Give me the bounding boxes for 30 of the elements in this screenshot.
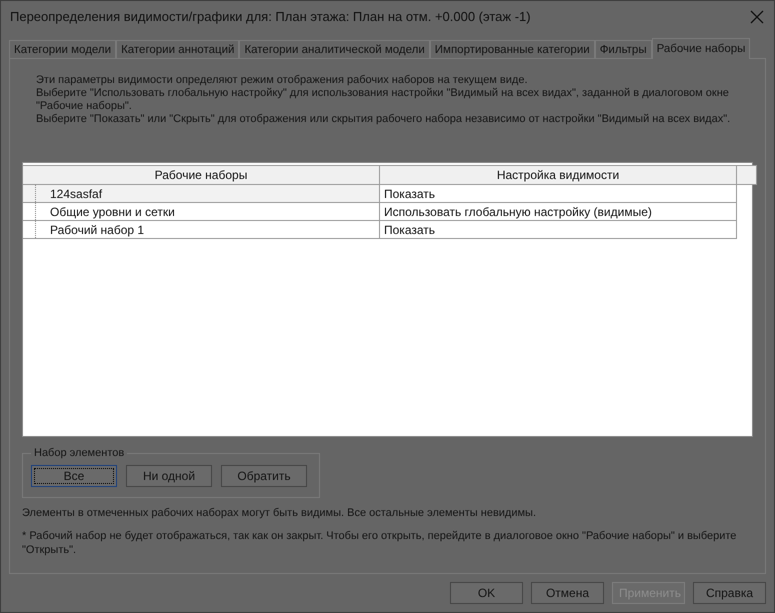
window-title: Переопределения видимости/графики для: План этажа: План на отм. +0.000 (этаж -1) — [10, 9, 531, 24]
set-button[interactable]: Ни одной — [126, 465, 212, 487]
intro-text: Эти параметры видимости определяют режим отображения рабочих наборов на текущем виде. — [36, 74, 529, 87]
tab[interactable]: Категории аналитической модели — [239, 40, 430, 58]
column-header[interactable]: Настройка видимости — [380, 165, 737, 185]
dialog-button[interactable]: Справка — [693, 582, 766, 604]
tab[interactable]: Фильтры — [594, 40, 652, 58]
intro-text: Выберите "Показать" или "Скрыть" для отображения или скрытия рабочего набора независимо от настройки "Видимый на всех видах". — [36, 113, 732, 126]
tab[interactable]: Категории аннотаций — [116, 40, 240, 58]
column-header[interactable]: Рабочие наборы — [23, 165, 380, 185]
header-filler — [737, 165, 757, 185]
tab[interactable]: Рабочие наборы — [652, 38, 750, 59]
intro-text: Выберите "Использовать глобальную настройку" для использования настройки "Видимый на всех видах", заданной в диалоговом окне "Рабочие наборы". — [36, 87, 730, 113]
workset-name-cell[interactable]: 124sasfaf — [23, 185, 380, 203]
workset-name-cell[interactable]: Общие уровни и сетки — [23, 203, 380, 221]
info-note: Элементы в отмеченных рабочих наборах могут быть видимы. Все остальные элементы невидимы. — [22, 506, 538, 520]
set-button[interactable]: Обратить — [221, 465, 307, 487]
info-note: * Рабочий набор не будет отображаться, так как он закрыт. Чтобы его открыть, перейдите в диалоговое окно "Рабочие наборы" и выберите "Открыть". — [22, 529, 738, 557]
set-button[interactable]: Все — [31, 465, 117, 487]
dialog-button[interactable]: Отмена — [531, 582, 604, 604]
tab[interactable]: Импортированные категории — [430, 40, 595, 58]
workset-name-cell[interactable]: Рабочий набор 1 — [23, 221, 380, 239]
visibility-cell[interactable]: Использовать глобальную настройку (видимые) — [380, 203, 737, 221]
visibility-cell[interactable]: Показать — [380, 221, 737, 239]
dialog-button[interactable]: OK — [450, 582, 523, 604]
visibility-cell[interactable]: Показать — [380, 185, 737, 203]
tab[interactable]: Категории модели — [9, 40, 116, 58]
close-button[interactable] — [748, 8, 766, 26]
group-title: Набор элементов — [33, 447, 126, 459]
close-icon — [750, 10, 764, 24]
